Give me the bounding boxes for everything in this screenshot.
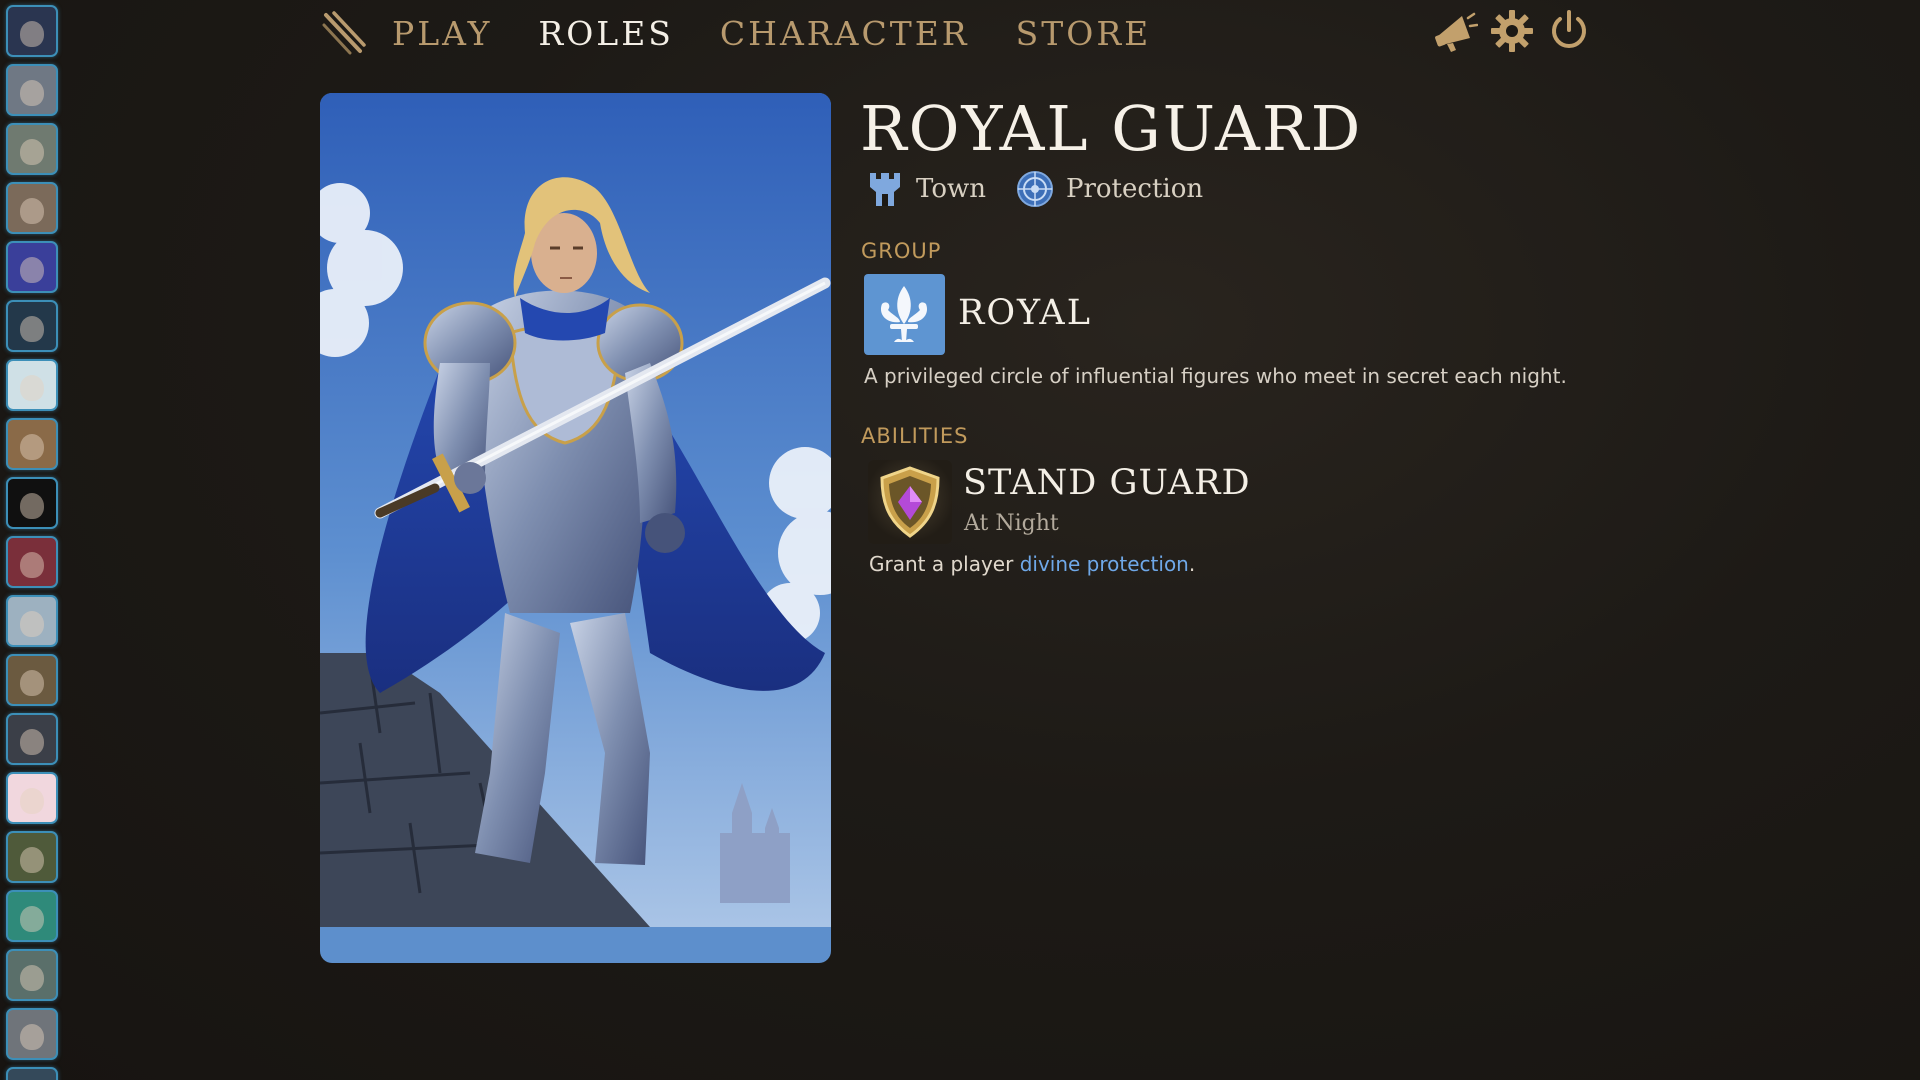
top-right-actions (1432, 8, 1603, 54)
nav-tab-store[interactable]: STORE (1016, 14, 1152, 53)
partial-avatar[interactable] (6, 1067, 58, 1080)
soldier-avatar-face (20, 846, 44, 873)
horse-avatar[interactable] (6, 418, 58, 470)
red-scene-avatar-face (20, 551, 44, 578)
cigar-man-avatar[interactable] (6, 1008, 58, 1060)
glasses-guy-avatar-face (20, 610, 44, 637)
megaphone-icon[interactable] (1432, 8, 1478, 54)
green-hair-girl-avatar-face (20, 905, 44, 932)
cigar-man-avatar-face (20, 1023, 44, 1050)
group-section-label: GROUP (861, 239, 942, 263)
category-tag-label: Protection (1065, 174, 1204, 204)
white-hair-girl-avatar-face (20, 374, 44, 401)
nav-tab-roles[interactable]: ROLES (538, 14, 674, 53)
armored-knight-portrait (320, 93, 831, 927)
divine-protection-keyword-link[interactable]: divine protection (1020, 552, 1189, 576)
gear-icon[interactable] (1489, 8, 1535, 54)
pink-hair-girl-avatar-face (20, 787, 44, 814)
green-hair-girl-avatar[interactable] (6, 890, 58, 942)
hat-creature-avatar-face (20, 669, 44, 696)
abilities-section-label: ABILITIES (861, 424, 969, 448)
ability-icon[interactable] (868, 460, 952, 544)
ability-timing: At Night (964, 511, 1059, 536)
old-man-avatar[interactable] (6, 64, 58, 116)
glasses-guy-avatar[interactable] (6, 595, 58, 647)
dark-figure-avatar-face (20, 728, 44, 755)
role-tags: Town Protection (866, 170, 1233, 208)
ability-desc-suffix: . (1188, 552, 1196, 576)
round-shield-icon (1016, 171, 1053, 207)
stag-avatar[interactable] (6, 477, 58, 529)
nav-tab-character[interactable]: CHARACTER (720, 14, 970, 53)
role-title: ROYAL GUARD (860, 92, 1363, 165)
castle-tower-icon (870, 173, 900, 206)
crocodile-avatar[interactable] (6, 123, 58, 175)
dark-figure-avatar[interactable] (6, 713, 58, 765)
player-avatar-rail (0, 0, 64, 1080)
dancer-avatar-face (20, 964, 44, 991)
white-hair-girl-avatar[interactable] (6, 359, 58, 411)
ability-desc-prefix: Grant a player (869, 552, 1020, 576)
horse-avatar-face (20, 433, 44, 460)
ability-description: Grant a player divine protection. (869, 552, 1195, 576)
ability-name: STAND GUARD (963, 463, 1251, 503)
power-icon[interactable] (1546, 8, 1592, 54)
red-scene-avatar[interactable] (6, 536, 58, 588)
stag-avatar-face (20, 492, 44, 519)
pig-avatar-face (20, 256, 44, 283)
anime-boy-avatar-face (20, 315, 44, 342)
wolf-emblem-avatar-face (20, 20, 44, 47)
pink-hair-girl-avatar[interactable] (6, 772, 58, 824)
anime-boy-avatar[interactable] (6, 300, 58, 352)
dancer-avatar[interactable] (6, 949, 58, 1001)
gem-shield-icon (880, 466, 940, 538)
main-nav: PLAY ROLES CHARACTER STORE (320, 8, 1197, 58)
group-description: A privileged circle of influential figur… (864, 364, 1567, 388)
fleur-de-lis-icon (880, 286, 928, 342)
hat-creature-avatar[interactable] (6, 654, 58, 706)
claw-marks-icon[interactable] (320, 11, 368, 55)
wolf-emblem-avatar[interactable] (6, 5, 58, 57)
nav-tab-play[interactable]: PLAY (392, 14, 492, 53)
group-name: ROYAL (958, 293, 1092, 333)
pig-avatar[interactable] (6, 241, 58, 293)
old-man-avatar-face (20, 79, 44, 106)
faction-tag-label: Town (916, 174, 986, 204)
bearded-man-avatar[interactable] (6, 182, 58, 234)
bearded-man-avatar-face (20, 197, 44, 224)
soldier-avatar[interactable] (6, 831, 58, 883)
role-portrait-card (320, 93, 831, 963)
crocodile-avatar-face (20, 138, 44, 165)
group-badge[interactable] (864, 274, 945, 355)
